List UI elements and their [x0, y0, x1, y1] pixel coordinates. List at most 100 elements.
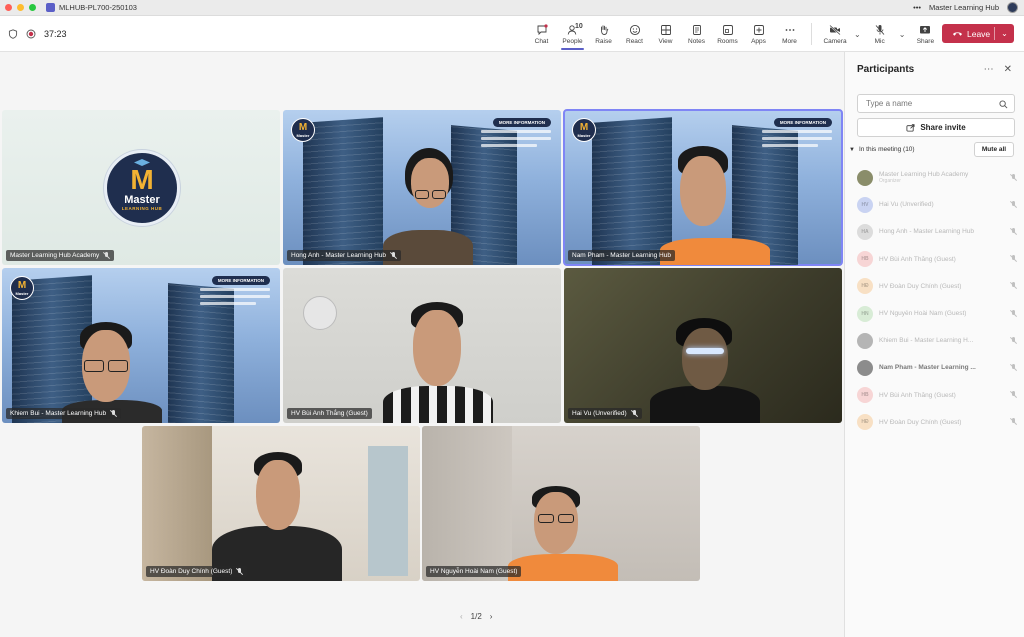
video-tile-khiem-bui[interactable]: M Master MORE INFORMATION Khiem Bui - Mas… [2, 268, 280, 423]
participant-search-input[interactable]: Type a name [857, 94, 1015, 113]
mic-off-icon [1009, 200, 1017, 209]
participant-name-badge: HV Bùi Anh Thắng (Guest) [287, 408, 372, 419]
grid-icon [660, 24, 671, 35]
share-invite-button[interactable]: Share invite [857, 118, 1015, 137]
mic-options-chevron-icon[interactable]: ⌄ [899, 30, 906, 39]
avatar: HN [857, 305, 873, 322]
avatar: HĐ [857, 414, 873, 431]
avatar: HA [857, 223, 873, 240]
video-tile-bui-anh-thang[interactable]: HV Bùi Anh Thắng (Guest) [283, 268, 561, 423]
more-information-badge: MORE INFORMATION [773, 118, 832, 127]
next-page-chevron-icon[interactable]: › [490, 612, 493, 621]
notes-button[interactable]: Notes [681, 16, 712, 52]
mic-off-icon [1009, 391, 1017, 399]
video-tile-hai-vu[interactable]: Hai Vu (Unverified) [564, 268, 842, 423]
mic-icon [1009, 363, 1017, 372]
participant-row[interactable]: HB HV Bùi Anh Thắng (Guest) [857, 382, 1017, 409]
participant-row[interactable]: HB HV Bùi Anh Thắng (Guest) [857, 246, 1017, 273]
recording-icon[interactable] [26, 29, 36, 39]
account-avatar[interactable] [1007, 2, 1018, 13]
participant-name-badge: Khiem Bui - Master Learning Hub [6, 408, 122, 419]
page-indicator: 1/2 [470, 612, 482, 621]
phone-hangup-icon [953, 32, 962, 36]
mic-off-icon [390, 252, 397, 259]
participant-row[interactable]: HĐ HV Đoàn Duy Chính (Guest) [857, 273, 1017, 300]
apps-button[interactable]: Apps [743, 16, 774, 52]
mic-off-icon [1009, 255, 1017, 263]
chat-button[interactable]: Chat [526, 16, 557, 52]
video-tile-academy[interactable]: M Master LEARNING HUB Master Learning Hu… [2, 110, 280, 265]
mic-off-icon [103, 252, 110, 259]
glasses-glare [686, 348, 724, 354]
mic-button[interactable]: Mic [863, 16, 897, 52]
more-button[interactable]: More [774, 16, 805, 52]
close-icon[interactable]: ✕ [1004, 64, 1012, 75]
participant-row[interactable]: HA Hong Anh - Master Learning Hub [857, 218, 1017, 245]
video-stage: M Master LEARNING HUB Master Learning Hu… [0, 52, 844, 637]
avatar [857, 359, 873, 376]
leave-options-chevron-icon[interactable]: ⌄ [995, 29, 1014, 38]
react-button[interactable]: React [619, 16, 650, 52]
toolbar-divider [811, 23, 812, 45]
participant-name-badge: HV Đoàn Duy Chính (Guest) [146, 566, 248, 577]
wall-fan [303, 296, 337, 330]
smile-icon [629, 24, 640, 35]
master-logo-icon: M Master [10, 276, 34, 300]
participant-name-badge: HV Nguyễn Hoài Nam (Guest) [426, 566, 522, 577]
participant-row[interactable]: HĐ HV Đoàn Duy Chính (Guest) [857, 409, 1017, 436]
more-information-badge: MORE INFORMATION [492, 118, 551, 127]
panel-more-icon[interactable]: ⋯ [984, 64, 994, 75]
avatar [857, 169, 873, 186]
rooms-button[interactable]: Rooms [712, 16, 743, 52]
zoom-window-button[interactable] [29, 4, 36, 11]
window-title-bar: MLHUB-PL700-250103 ••• Master Learning H… [0, 0, 1024, 16]
participant-row[interactable]: HV Hai Vu (Unverified) [857, 191, 1017, 218]
account-name[interactable]: Master Learning Hub [929, 3, 999, 12]
hand-icon [600, 24, 608, 35]
mic-off-icon [1009, 173, 1017, 182]
video-tile-hong-anh[interactable]: M Master MORE INFORMATION Hong Anh - Mast… [283, 110, 561, 265]
video-tile-nam-pham[interactable]: M Master MORE INFORMATION Nam Pham - Mast… [563, 109, 843, 266]
participant-name-badge: Master Learning Hub Academy [6, 250, 115, 261]
close-window-button[interactable] [5, 4, 12, 11]
participant-row[interactable]: Nam Pham - Master Learning ... [857, 354, 1017, 381]
view-button[interactable]: View [650, 16, 681, 52]
master-logo-icon: M Master [572, 118, 596, 142]
camera-button[interactable]: Camera [818, 16, 852, 52]
share-button[interactable]: Share [907, 16, 943, 52]
panel-title: Participants [857, 64, 915, 75]
chevron-down-icon: ▼ [849, 146, 855, 153]
mic-off-icon [236, 568, 243, 575]
mute-all-button[interactable]: Mute all [974, 142, 1014, 157]
meeting-toolbar: 37:23 Chat 10 People Raise React View No… [0, 16, 1024, 52]
in-meeting-section-toggle[interactable]: ▼ In this meeting (10) [849, 146, 915, 153]
camera-options-chevron-icon[interactable]: ⌄ [854, 30, 861, 39]
share-screen-icon [920, 25, 931, 33]
mic-off-icon [631, 410, 638, 417]
participant-name-badge: Hong Anh - Master Learning Hub [287, 250, 402, 261]
participant-list: Master Learning Hub Academy Organizer HV … [857, 164, 1017, 436]
people-button[interactable]: 10 People [557, 16, 588, 52]
teams-logo-icon [46, 3, 55, 12]
previous-page-chevron-icon[interactable]: ‹ [460, 612, 463, 621]
search-icon [999, 100, 1008, 109]
mic-off-icon [1009, 336, 1017, 345]
video-tile-nguyen-hoai-nam[interactable]: HV Nguyễn Hoài Nam (Guest) [422, 426, 700, 581]
raise-hand-button[interactable]: Raise [588, 16, 619, 52]
avatar: HB [857, 251, 873, 268]
leave-button[interactable]: Leave ⌄ [942, 24, 1014, 43]
gallery-pager: ‹ 1/2 › [460, 612, 492, 621]
title-more-button[interactable]: ••• [913, 3, 921, 12]
share-invite-icon [906, 124, 915, 132]
meeting-timer: 37:23 [44, 28, 67, 39]
participants-panel: Participants ⋯ ✕ Type a name Share invit… [844, 52, 1024, 637]
participant-row[interactable]: HN HV Nguyễn Hoài Nam (Guest) [857, 300, 1017, 327]
participant-row[interactable]: Khiem Bui - Master Learning H... [857, 327, 1017, 354]
participant-row[interactable]: Master Learning Hub Academy Organizer [857, 164, 1017, 191]
avatar: HB [857, 387, 873, 404]
more-information-badge: MORE INFORMATION [211, 276, 270, 285]
chat-icon [537, 23, 548, 35]
shield-icon[interactable] [8, 28, 18, 39]
video-tile-doan-duy-chinh[interactable]: HV Đoàn Duy Chính (Guest) [142, 426, 420, 581]
minimize-window-button[interactable] [17, 4, 24, 11]
